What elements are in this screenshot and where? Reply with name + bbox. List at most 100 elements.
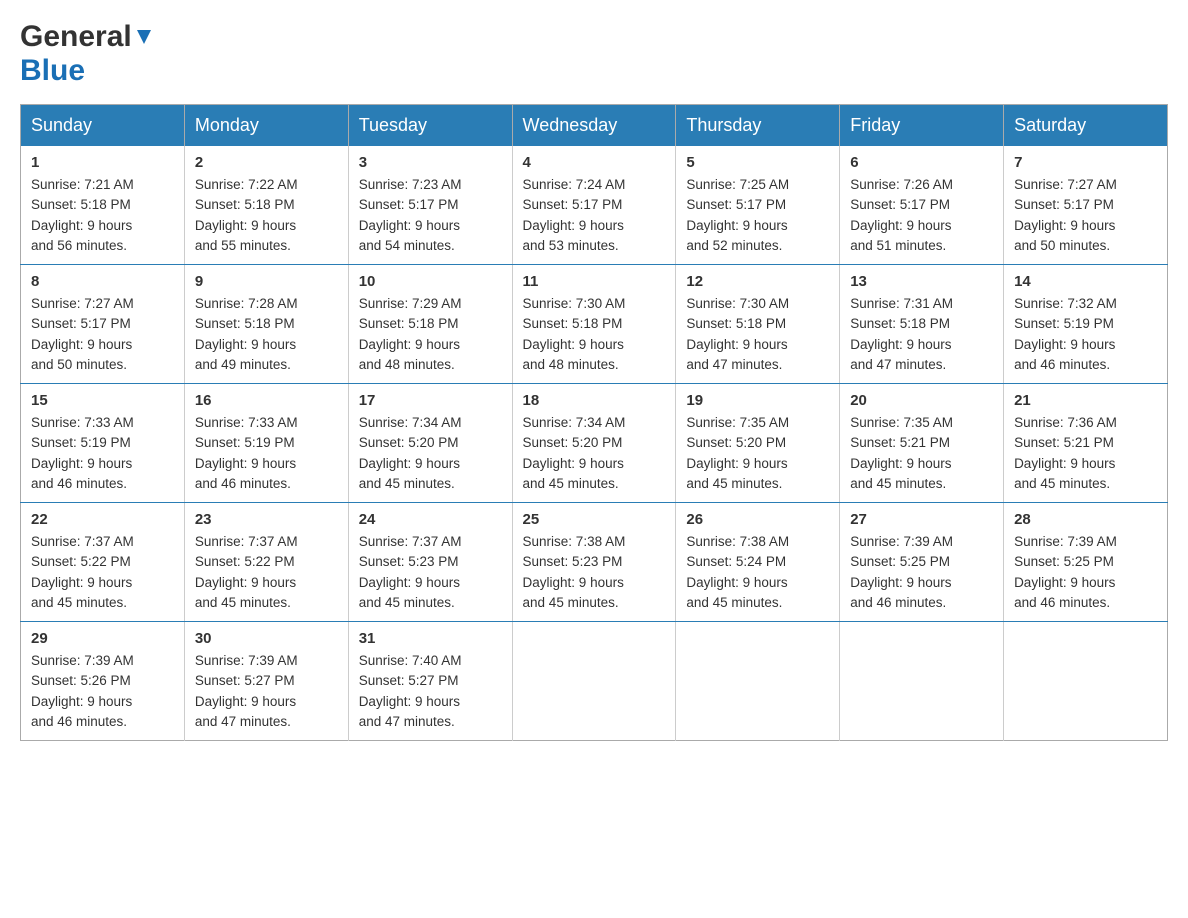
day-number: 2 — [195, 154, 338, 171]
day-number: 3 — [359, 154, 502, 171]
day-header-wednesday: Wednesday — [512, 105, 676, 147]
day-number: 30 — [195, 630, 338, 647]
calendar-cell: 29 Sunrise: 7:39 AMSunset: 5:26 PMDaylig… — [21, 622, 185, 741]
calendar-cell: 2 Sunrise: 7:22 AMSunset: 5:18 PMDayligh… — [184, 146, 348, 265]
day-number: 31 — [359, 630, 502, 647]
day-number: 28 — [1014, 511, 1157, 528]
day-info: Sunrise: 7:21 AMSunset: 5:18 PMDaylight:… — [31, 175, 174, 256]
calendar-cell: 25 Sunrise: 7:38 AMSunset: 5:23 PMDaylig… — [512, 503, 676, 622]
day-info: Sunrise: 7:39 AMSunset: 5:26 PMDaylight:… — [31, 651, 174, 732]
calendar-cell: 8 Sunrise: 7:27 AMSunset: 5:17 PMDayligh… — [21, 265, 185, 384]
calendar-cell: 3 Sunrise: 7:23 AMSunset: 5:17 PMDayligh… — [348, 146, 512, 265]
calendar-cell — [1004, 622, 1168, 741]
day-info: Sunrise: 7:22 AMSunset: 5:18 PMDaylight:… — [195, 175, 338, 256]
calendar-cell: 14 Sunrise: 7:32 AMSunset: 5:19 PMDaylig… — [1004, 265, 1168, 384]
calendar-cell: 1 Sunrise: 7:21 AMSunset: 5:18 PMDayligh… — [21, 146, 185, 265]
day-info: Sunrise: 7:29 AMSunset: 5:18 PMDaylight:… — [359, 294, 502, 375]
logo-general: General — [20, 20, 132, 54]
day-info: Sunrise: 7:37 AMSunset: 5:22 PMDaylight:… — [31, 532, 174, 613]
calendar-cell: 18 Sunrise: 7:34 AMSunset: 5:20 PMDaylig… — [512, 384, 676, 503]
calendar-cell: 15 Sunrise: 7:33 AMSunset: 5:19 PMDaylig… — [21, 384, 185, 503]
calendar-cell: 6 Sunrise: 7:26 AMSunset: 5:17 PMDayligh… — [840, 146, 1004, 265]
day-info: Sunrise: 7:31 AMSunset: 5:18 PMDaylight:… — [850, 294, 993, 375]
day-number: 20 — [850, 392, 993, 409]
calendar-cell — [840, 622, 1004, 741]
calendar-cell: 4 Sunrise: 7:24 AMSunset: 5:17 PMDayligh… — [512, 146, 676, 265]
calendar-cell: 20 Sunrise: 7:35 AMSunset: 5:21 PMDaylig… — [840, 384, 1004, 503]
calendar-cell: 23 Sunrise: 7:37 AMSunset: 5:22 PMDaylig… — [184, 503, 348, 622]
calendar-week-row: 1 Sunrise: 7:21 AMSunset: 5:18 PMDayligh… — [21, 146, 1168, 265]
calendar-cell: 19 Sunrise: 7:35 AMSunset: 5:20 PMDaylig… — [676, 384, 840, 503]
day-info: Sunrise: 7:28 AMSunset: 5:18 PMDaylight:… — [195, 294, 338, 375]
calendar-cell: 17 Sunrise: 7:34 AMSunset: 5:20 PMDaylig… — [348, 384, 512, 503]
day-info: Sunrise: 7:33 AMSunset: 5:19 PMDaylight:… — [31, 413, 174, 494]
day-number: 17 — [359, 392, 502, 409]
day-info: Sunrise: 7:27 AMSunset: 5:17 PMDaylight:… — [31, 294, 174, 375]
day-number: 24 — [359, 511, 502, 528]
calendar-cell: 5 Sunrise: 7:25 AMSunset: 5:17 PMDayligh… — [676, 146, 840, 265]
day-info: Sunrise: 7:26 AMSunset: 5:17 PMDaylight:… — [850, 175, 993, 256]
day-number: 12 — [686, 273, 829, 290]
day-number: 11 — [523, 273, 666, 290]
day-info: Sunrise: 7:33 AMSunset: 5:19 PMDaylight:… — [195, 413, 338, 494]
day-info: Sunrise: 7:40 AMSunset: 5:27 PMDaylight:… — [359, 651, 502, 732]
calendar-cell — [676, 622, 840, 741]
day-header-tuesday: Tuesday — [348, 105, 512, 147]
calendar-cell: 13 Sunrise: 7:31 AMSunset: 5:18 PMDaylig… — [840, 265, 1004, 384]
day-number: 5 — [686, 154, 829, 171]
calendar-cell: 12 Sunrise: 7:30 AMSunset: 5:18 PMDaylig… — [676, 265, 840, 384]
calendar-cell: 11 Sunrise: 7:30 AMSunset: 5:18 PMDaylig… — [512, 265, 676, 384]
day-number: 16 — [195, 392, 338, 409]
logo: General Blue — [20, 20, 155, 88]
calendar-table: SundayMondayTuesdayWednesdayThursdayFrid… — [20, 104, 1168, 741]
calendar-week-row: 8 Sunrise: 7:27 AMSunset: 5:17 PMDayligh… — [21, 265, 1168, 384]
day-number: 14 — [1014, 273, 1157, 290]
day-number: 27 — [850, 511, 993, 528]
day-number: 23 — [195, 511, 338, 528]
calendar-cell: 24 Sunrise: 7:37 AMSunset: 5:23 PMDaylig… — [348, 503, 512, 622]
day-number: 4 — [523, 154, 666, 171]
day-number: 26 — [686, 511, 829, 528]
day-number: 19 — [686, 392, 829, 409]
day-info: Sunrise: 7:27 AMSunset: 5:17 PMDaylight:… — [1014, 175, 1157, 256]
day-number: 1 — [31, 154, 174, 171]
calendar-cell: 31 Sunrise: 7:40 AMSunset: 5:27 PMDaylig… — [348, 622, 512, 741]
day-number: 29 — [31, 630, 174, 647]
day-info: Sunrise: 7:34 AMSunset: 5:20 PMDaylight:… — [523, 413, 666, 494]
day-number: 8 — [31, 273, 174, 290]
day-header-friday: Friday — [840, 105, 1004, 147]
calendar-week-row: 15 Sunrise: 7:33 AMSunset: 5:19 PMDaylig… — [21, 384, 1168, 503]
day-number: 6 — [850, 154, 993, 171]
calendar-cell: 21 Sunrise: 7:36 AMSunset: 5:21 PMDaylig… — [1004, 384, 1168, 503]
day-info: Sunrise: 7:35 AMSunset: 5:20 PMDaylight:… — [686, 413, 829, 494]
calendar-cell: 27 Sunrise: 7:39 AMSunset: 5:25 PMDaylig… — [840, 503, 1004, 622]
day-header-thursday: Thursday — [676, 105, 840, 147]
day-info: Sunrise: 7:34 AMSunset: 5:20 PMDaylight:… — [359, 413, 502, 494]
day-info: Sunrise: 7:23 AMSunset: 5:17 PMDaylight:… — [359, 175, 502, 256]
day-header-monday: Monday — [184, 105, 348, 147]
calendar-cell: 7 Sunrise: 7:27 AMSunset: 5:17 PMDayligh… — [1004, 146, 1168, 265]
day-header-saturday: Saturday — [1004, 105, 1168, 147]
calendar-cell — [512, 622, 676, 741]
day-info: Sunrise: 7:30 AMSunset: 5:18 PMDaylight:… — [523, 294, 666, 375]
calendar-header-row: SundayMondayTuesdayWednesdayThursdayFrid… — [21, 105, 1168, 147]
day-info: Sunrise: 7:37 AMSunset: 5:23 PMDaylight:… — [359, 532, 502, 613]
day-info: Sunrise: 7:36 AMSunset: 5:21 PMDaylight:… — [1014, 413, 1157, 494]
calendar-week-row: 22 Sunrise: 7:37 AMSunset: 5:22 PMDaylig… — [21, 503, 1168, 622]
day-header-sunday: Sunday — [21, 105, 185, 147]
day-number: 7 — [1014, 154, 1157, 171]
day-info: Sunrise: 7:39 AMSunset: 5:27 PMDaylight:… — [195, 651, 338, 732]
calendar-cell: 30 Sunrise: 7:39 AMSunset: 5:27 PMDaylig… — [184, 622, 348, 741]
day-info: Sunrise: 7:39 AMSunset: 5:25 PMDaylight:… — [1014, 532, 1157, 613]
day-number: 10 — [359, 273, 502, 290]
day-number: 15 — [31, 392, 174, 409]
day-info: Sunrise: 7:24 AMSunset: 5:17 PMDaylight:… — [523, 175, 666, 256]
calendar-cell: 16 Sunrise: 7:33 AMSunset: 5:19 PMDaylig… — [184, 384, 348, 503]
day-number: 22 — [31, 511, 174, 528]
calendar-cell: 10 Sunrise: 7:29 AMSunset: 5:18 PMDaylig… — [348, 265, 512, 384]
page-header: General Blue — [20, 20, 1168, 88]
day-number: 25 — [523, 511, 666, 528]
day-info: Sunrise: 7:35 AMSunset: 5:21 PMDaylight:… — [850, 413, 993, 494]
day-number: 9 — [195, 273, 338, 290]
day-info: Sunrise: 7:25 AMSunset: 5:17 PMDaylight:… — [686, 175, 829, 256]
